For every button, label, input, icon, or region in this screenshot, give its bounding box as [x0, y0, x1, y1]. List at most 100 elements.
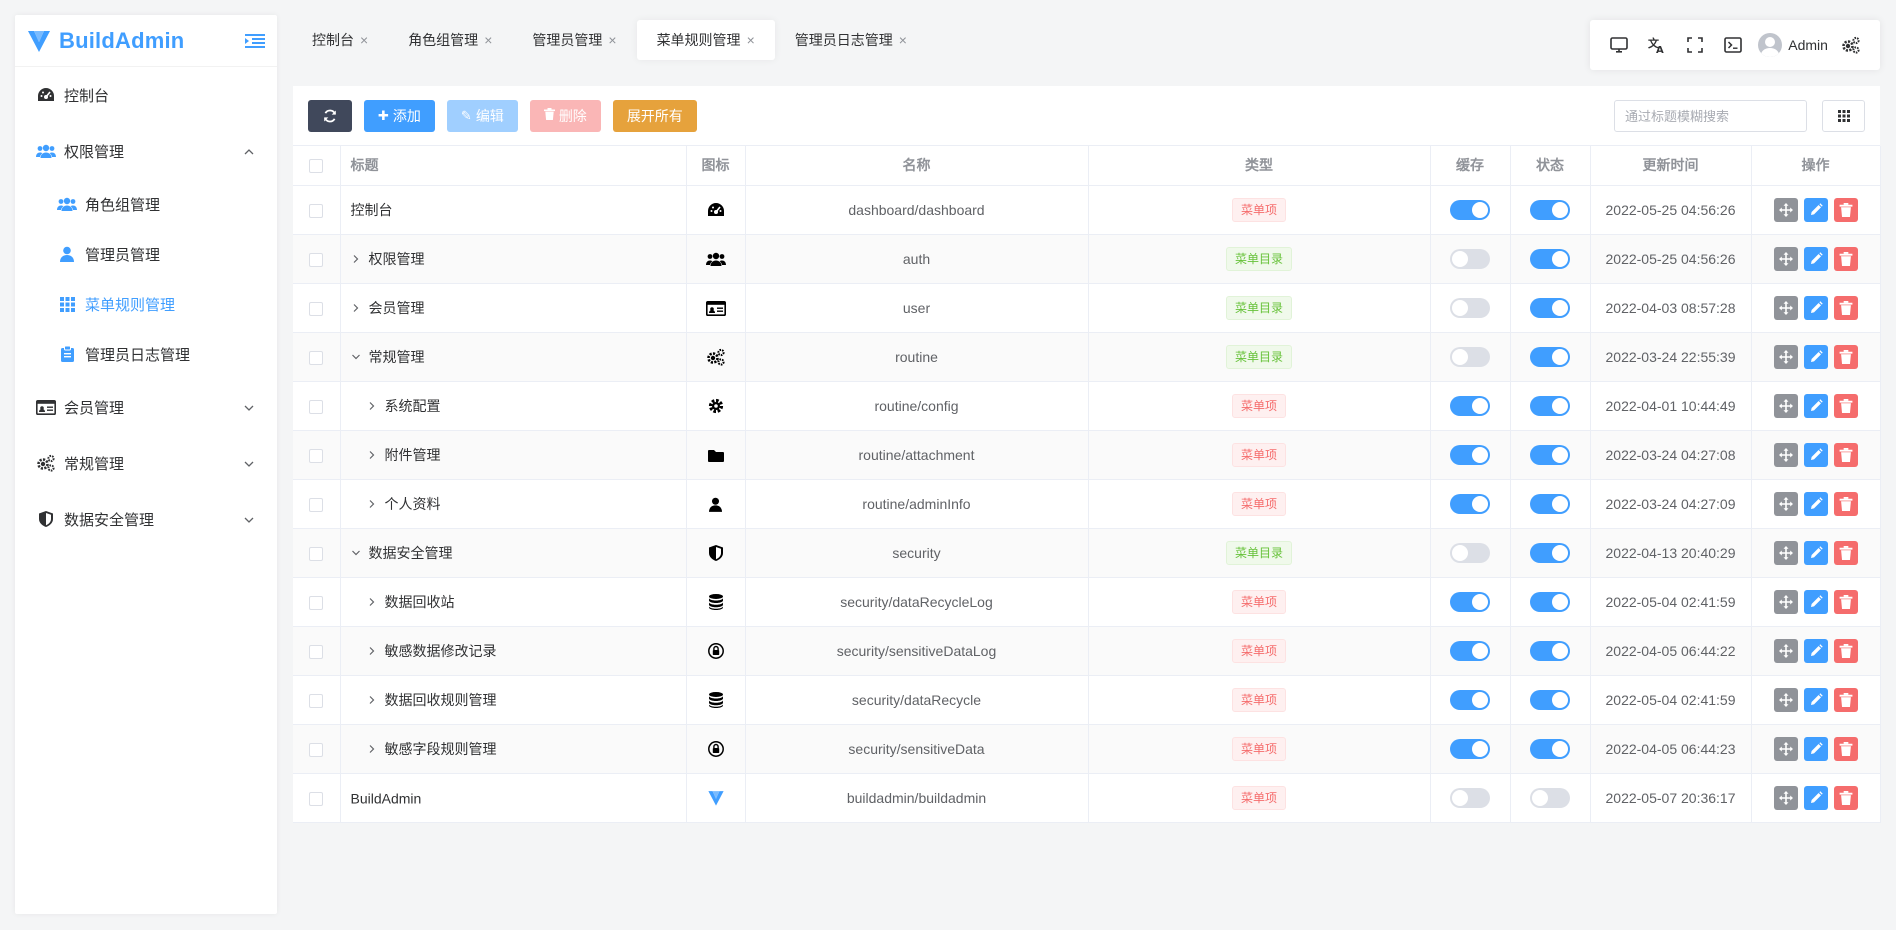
cache-switch[interactable] [1450, 640, 1490, 661]
status-switch[interactable] [1530, 248, 1570, 269]
row-edit-button[interactable] [1803, 491, 1828, 516]
status-switch[interactable] [1530, 787, 1570, 808]
chevron-right-icon[interactable] [367, 401, 381, 411]
refresh-button[interactable] [308, 99, 352, 132]
row-checkbox[interactable] [309, 644, 324, 659]
cache-switch[interactable] [1450, 297, 1490, 318]
move-button[interactable] [1773, 785, 1798, 810]
fullscreen-icon[interactable] [1676, 25, 1714, 65]
sidebar-item-admin-log[interactable]: 管理员日志管理 [15, 329, 277, 379]
sidebar-item-admin[interactable]: 管理员管理 [15, 229, 277, 279]
terminal-icon[interactable] [1714, 25, 1752, 65]
expand-all-button[interactable]: 展开所有 [612, 99, 697, 132]
translate-icon[interactable]: 文A [1638, 25, 1676, 65]
cache-switch[interactable] [1450, 738, 1490, 759]
row-edit-button[interactable] [1803, 197, 1828, 222]
row-delete-button[interactable] [1833, 246, 1858, 271]
chevron-right-icon[interactable] [367, 597, 381, 607]
status-switch[interactable] [1530, 346, 1570, 367]
table-row[interactable]: 敏感数据修改记录 security/sensitiveDataLog 菜单项 2022… [293, 626, 1881, 676]
table-row[interactable]: 会员管理 user 菜单目录 2022-04-03 08:57:28 [293, 283, 1881, 333]
chevron-down-icon[interactable] [351, 548, 365, 558]
chevron-right-icon[interactable] [367, 695, 381, 705]
status-switch[interactable] [1530, 591, 1570, 612]
row-edit-button[interactable] [1803, 589, 1828, 614]
row-delete-button[interactable] [1833, 295, 1858, 320]
move-button[interactable] [1773, 344, 1798, 369]
table-row[interactable]: 数据回收站 security/dataRecycleLog 菜单项 2022-05-0… [293, 577, 1881, 627]
row-delete-button[interactable] [1833, 393, 1858, 418]
row-checkbox[interactable] [309, 595, 324, 610]
row-checkbox[interactable] [309, 546, 324, 561]
row-edit-button[interactable] [1803, 540, 1828, 565]
settings-icon[interactable] [1832, 25, 1870, 65]
sidebar-item-role-group[interactable]: 角色组管理 [15, 179, 277, 229]
row-edit-button[interactable] [1803, 246, 1828, 271]
chevron-right-icon[interactable] [367, 499, 381, 509]
cache-switch[interactable] [1450, 542, 1490, 563]
table-row[interactable]: 个人资料 routine/adminInfo 菜单项 2022-03-24 04:27… [293, 479, 1881, 529]
close-icon[interactable]: × [360, 32, 368, 48]
row-checkbox[interactable] [309, 399, 324, 414]
row-delete-button[interactable] [1833, 785, 1858, 810]
close-icon[interactable]: × [899, 32, 907, 48]
edit-button[interactable]: ✎ 编辑 [446, 99, 518, 132]
row-delete-button[interactable] [1833, 491, 1858, 516]
chevron-down-icon[interactable] [351, 352, 365, 362]
row-edit-button[interactable] [1803, 344, 1828, 369]
table-row[interactable]: 权限管理 auth 菜单目录 2022-05-25 04:56:26 [293, 234, 1881, 284]
status-switch[interactable] [1530, 542, 1570, 563]
row-delete-button[interactable] [1833, 197, 1858, 222]
cache-switch[interactable] [1450, 346, 1490, 367]
close-icon[interactable]: × [747, 32, 755, 48]
row-edit-button[interactable] [1803, 638, 1828, 663]
row-delete-button[interactable] [1833, 442, 1858, 467]
row-edit-button[interactable] [1803, 442, 1828, 467]
chevron-right-icon[interactable] [367, 450, 381, 460]
select-all-checkbox[interactable] [309, 159, 324, 174]
cache-switch[interactable] [1450, 444, 1490, 465]
row-delete-button[interactable] [1833, 638, 1858, 663]
cache-switch[interactable] [1450, 395, 1490, 416]
row-checkbox[interactable] [309, 693, 324, 708]
status-switch[interactable] [1530, 738, 1570, 759]
row-checkbox[interactable] [309, 301, 324, 316]
row-checkbox[interactable] [309, 791, 324, 806]
cache-switch[interactable] [1450, 199, 1490, 220]
row-edit-button[interactable] [1803, 785, 1828, 810]
delete-button[interactable]: 删除 [529, 99, 601, 132]
row-delete-button[interactable] [1833, 344, 1858, 369]
row-edit-button[interactable] [1803, 393, 1828, 418]
collapse-menu-icon[interactable] [245, 33, 265, 49]
move-button[interactable] [1773, 638, 1798, 663]
chevron-right-icon[interactable] [367, 646, 381, 656]
user-menu[interactable]: Admin [1758, 33, 1828, 57]
table-row[interactable]: 数据安全管理 security 菜单目录 2022-04-13 20:40:29 [293, 528, 1881, 578]
status-switch[interactable] [1530, 395, 1570, 416]
cache-switch[interactable] [1450, 493, 1490, 514]
sidebar-item-auth[interactable]: 权限管理 [15, 123, 277, 179]
sidebar-item-menu-rules[interactable]: 菜单规则管理 [15, 279, 277, 329]
table-row[interactable]: 敏感字段规则管理 security/sensitiveData 菜单项 2022-04… [293, 724, 1881, 774]
move-button[interactable] [1773, 246, 1798, 271]
add-button[interactable]: ✚ 添加 [364, 99, 435, 132]
cache-switch[interactable] [1450, 787, 1490, 808]
cache-switch[interactable] [1450, 248, 1490, 269]
row-delete-button[interactable] [1833, 687, 1858, 712]
row-checkbox[interactable] [309, 252, 324, 267]
tab-admin[interactable]: 管理员管理 × [512, 20, 636, 60]
status-switch[interactable] [1530, 493, 1570, 514]
chevron-right-icon[interactable] [351, 303, 365, 313]
row-checkbox[interactable] [309, 350, 324, 365]
status-switch[interactable] [1530, 444, 1570, 465]
sidebar-item-dashboard[interactable]: 控制台 [15, 67, 277, 123]
row-edit-button[interactable] [1803, 295, 1828, 320]
chevron-right-icon[interactable] [367, 744, 381, 754]
status-switch[interactable] [1530, 689, 1570, 710]
status-switch[interactable] [1530, 199, 1570, 220]
tab-admin-log[interactable]: 管理员日志管理 × [775, 20, 927, 60]
cache-switch[interactable] [1450, 689, 1490, 710]
tab-menu-rules[interactable]: 菜单规则管理 × [636, 20, 775, 60]
tab-role-group[interactable]: 角色组管理 × [388, 20, 512, 60]
move-button[interactable] [1773, 442, 1798, 467]
